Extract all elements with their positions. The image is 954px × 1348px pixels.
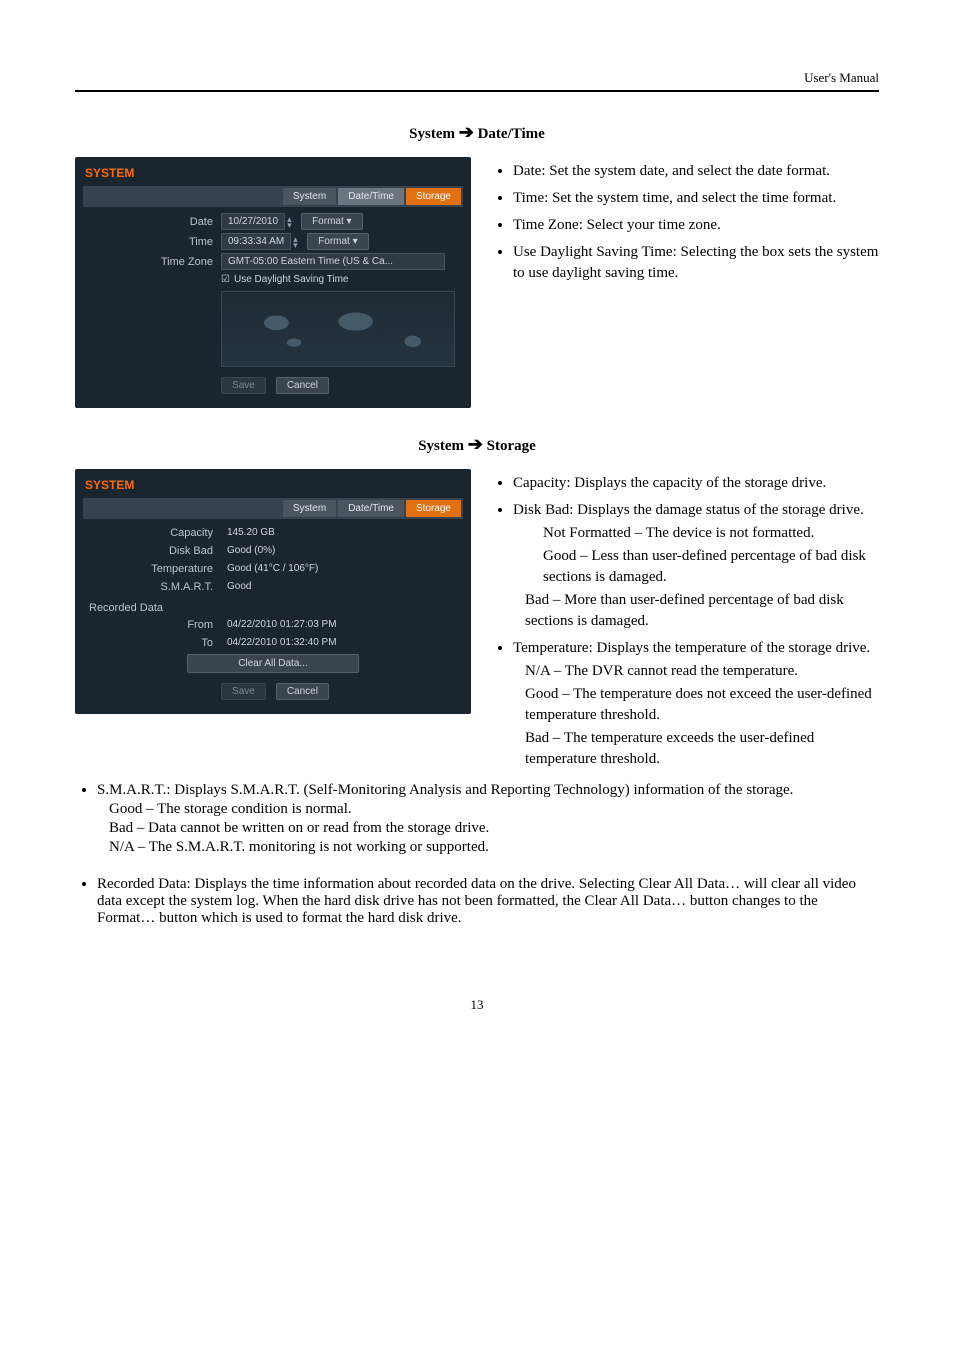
temperature-label: Temperature bbox=[83, 563, 221, 575]
capacity-label: Capacity bbox=[83, 527, 221, 539]
spinner-icon[interactable]: ▴▾ bbox=[293, 236, 303, 248]
smart-label: S.M.A.R.T. bbox=[83, 581, 221, 593]
clear-all-data-button[interactable]: Clear All Data... bbox=[187, 654, 359, 673]
diskbad-label: Disk Bad bbox=[83, 545, 221, 557]
bullet-recorded-data: Recorded Data: Displays the time informa… bbox=[97, 876, 879, 927]
bullet-smart: S.M.A.R.T.: Displays S.M.A.R.T. (Self-Mo… bbox=[97, 782, 879, 856]
section-title-storage: System ➔ Storage bbox=[75, 434, 879, 455]
tab-system[interactable]: System bbox=[283, 500, 336, 517]
tab-storage[interactable]: Storage bbox=[406, 500, 461, 517]
save-button[interactable]: Save bbox=[221, 377, 266, 394]
to-label: To bbox=[83, 637, 221, 649]
window-title: SYSTEM bbox=[83, 163, 463, 186]
diskbad-value: Good (0%) bbox=[221, 543, 281, 558]
date-input[interactable]: 10/27/2010 bbox=[221, 213, 285, 230]
arrow-icon: ➔ bbox=[468, 434, 483, 454]
storage-description-right: Capacity: Displays the capacity of the s… bbox=[491, 469, 879, 776]
spinner-icon[interactable]: ▴▾ bbox=[287, 216, 297, 228]
checkbox-icon: ☑ bbox=[221, 274, 230, 285]
bullet-date: Date: Set the system date, and select th… bbox=[513, 161, 879, 182]
screenshot-storage: SYSTEM System Date/Time Storage Capacity… bbox=[75, 469, 471, 714]
world-map[interactable] bbox=[221, 291, 455, 367]
storage-description-full: S.M.A.R.T.: Displays S.M.A.R.T. (Self-Mo… bbox=[75, 782, 879, 927]
dst-checkbox[interactable]: ☑ Use Daylight Saving Time bbox=[221, 274, 463, 285]
window-title: SYSTEM bbox=[83, 475, 463, 498]
page-header: User's Manual bbox=[75, 70, 879, 92]
time-format-button[interactable]: Format ▾ bbox=[307, 233, 368, 250]
tab-bar: System Date/Time Storage bbox=[83, 186, 463, 207]
tab-datetime[interactable]: Date/Time bbox=[338, 188, 404, 205]
cancel-button[interactable]: Cancel bbox=[276, 377, 329, 394]
date-format-button[interactable]: Format ▾ bbox=[301, 213, 362, 230]
cancel-button[interactable]: Cancel bbox=[276, 683, 329, 700]
timezone-select[interactable]: GMT-05:00 Eastern Time (US & Ca... bbox=[221, 253, 445, 270]
header-right: User's Manual bbox=[804, 70, 879, 86]
save-button[interactable]: Save bbox=[221, 683, 266, 700]
time-label: Time bbox=[83, 236, 221, 248]
section-title-datetime: System ➔ Date/Time bbox=[75, 122, 879, 143]
datetime-description: Date: Set the system date, and select th… bbox=[491, 157, 879, 290]
tab-system[interactable]: System bbox=[283, 188, 336, 205]
bullet-diskbad: Disk Bad: Displays the damage status of … bbox=[513, 500, 879, 632]
chevron-down-icon: ▾ bbox=[353, 236, 358, 247]
timezone-label: Time Zone bbox=[83, 256, 221, 268]
tab-bar: System Date/Time Storage bbox=[83, 498, 463, 519]
from-label: From bbox=[83, 619, 221, 631]
screenshot-datetime: SYSTEM System Date/Time Storage Date 10/… bbox=[75, 157, 471, 408]
bullet-time: Time: Set the system time, and select th… bbox=[513, 188, 879, 209]
bullet-temperature: Temperature: Displays the temperature of… bbox=[513, 638, 879, 770]
to-value: 04/22/2010 01:32:40 PM bbox=[221, 635, 343, 650]
tab-storage[interactable]: Storage bbox=[406, 188, 461, 205]
capacity-value: 145.20 GB bbox=[221, 525, 281, 540]
smart-value: Good bbox=[221, 579, 257, 594]
from-value: 04/22/2010 01:27:03 PM bbox=[221, 617, 343, 632]
date-label: Date bbox=[83, 216, 221, 228]
recorded-data-heading: Recorded Data bbox=[89, 602, 463, 614]
page-number: 13 bbox=[75, 997, 879, 1013]
bullet-timezone: Time Zone: Select your time zone. bbox=[513, 215, 879, 236]
chevron-down-icon: ▾ bbox=[347, 216, 352, 227]
time-input[interactable]: 09:33:34 AM bbox=[221, 233, 291, 250]
arrow-icon: ➔ bbox=[459, 122, 474, 142]
bullet-capacity: Capacity: Displays the capacity of the s… bbox=[513, 473, 879, 494]
bullet-dst: Use Daylight Saving Time: Selecting the … bbox=[513, 242, 879, 284]
temperature-value: Good (41°C / 106°F) bbox=[221, 561, 324, 576]
tab-datetime[interactable]: Date/Time bbox=[338, 500, 404, 517]
